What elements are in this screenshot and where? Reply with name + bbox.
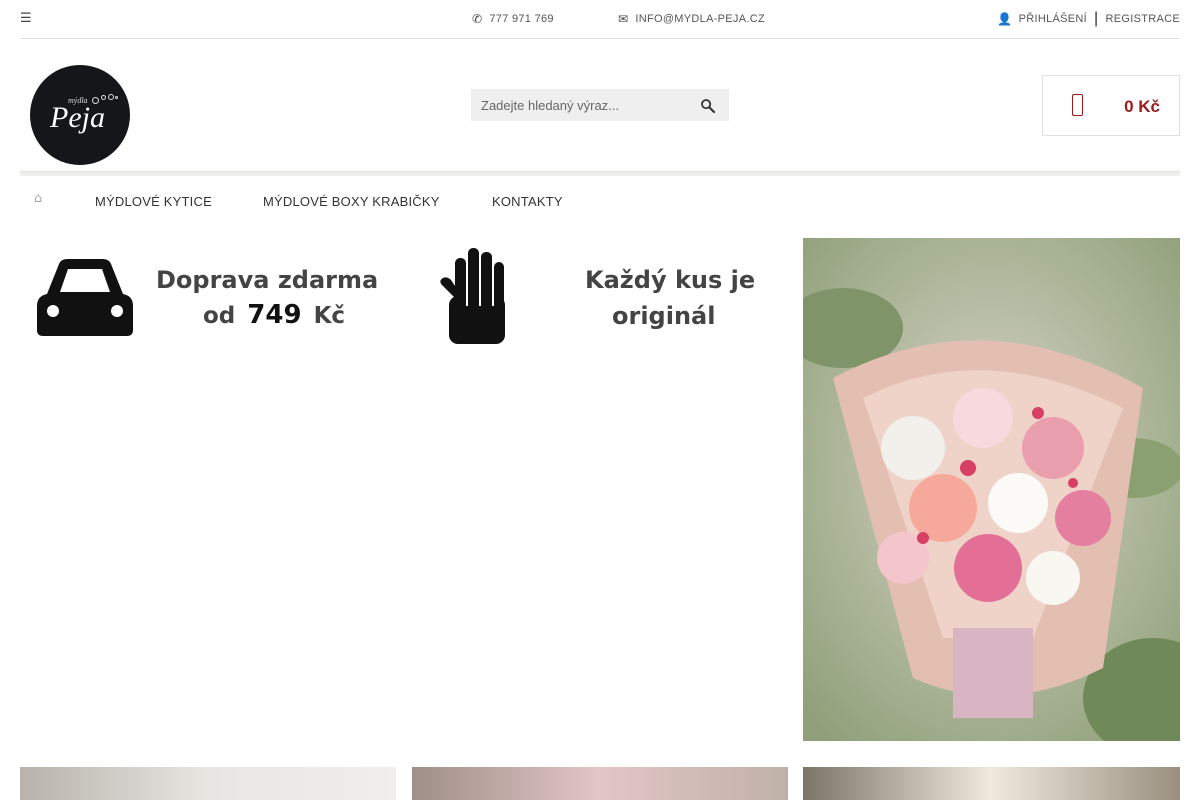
hamburger-icon[interactable]: ☰ [20, 11, 32, 26]
product-thumbnail[interactable] [20, 767, 396, 800]
shopping-bag-icon [1072, 94, 1083, 116]
account-links: 👤 PŘIHLÁŠENÍ | REGISTRACE [997, 10, 1180, 28]
contact-phone[interactable]: ✆ 777 971 769 [472, 12, 554, 26]
product-thumbnail[interactable] [412, 767, 788, 800]
free-shipping-banner[interactable]: Doprava zdarma od 749 Kč [20, 238, 396, 358]
search-box [471, 89, 729, 121]
nav-item-mydlove-boxy[interactable]: MÝDLOVÉ BOXY KRABIČKY [263, 194, 440, 209]
email-address[interactable]: INFO@MYDLA-PEJA.CZ [635, 13, 765, 25]
user-icon: 👤 [997, 12, 1013, 26]
cart-total: 0 Kč [1124, 97, 1160, 116]
shipping-line-2: od 749 Kč [203, 300, 345, 330]
hero-bouquet-image[interactable] [803, 238, 1180, 741]
site-logo[interactable]: mýdla Peja [30, 65, 130, 165]
shipping-value: 749 [247, 300, 302, 330]
original-banner[interactable]: Každý kus je originál [412, 238, 788, 358]
account-separator: | [1094, 10, 1099, 27]
car-icon [37, 259, 133, 336]
magnifier-icon[interactable] [699, 97, 717, 115]
search-input[interactable] [471, 89, 691, 121]
logo-bubble [115, 96, 118, 99]
top-bar: ☰ ✆ 777 971 769 ✉ INFO@MYDLA-PEJA.CZ 👤 P… [20, 0, 1180, 39]
cart-button[interactable]: 0 Kč [1042, 75, 1180, 136]
shipping-prefix: od [203, 303, 236, 329]
logo-bubble [92, 97, 99, 104]
nav-item-mydlove-kytice[interactable]: MÝDLOVÉ KYTICE [95, 194, 212, 209]
product-thumbnail[interactable] [803, 767, 1180, 800]
logo-bubble [108, 94, 114, 100]
contact-email[interactable]: ✉ INFO@MYDLA-PEJA.CZ [618, 12, 765, 26]
logo-bubble [101, 95, 106, 100]
shipping-line-1: Doprava zdarma [156, 266, 379, 294]
login-link[interactable]: PŘIHLÁŠENÍ [1019, 13, 1087, 25]
hand-icon [440, 248, 505, 344]
nav-divider [20, 171, 1180, 176]
register-link[interactable]: REGISTRACE [1105, 13, 1180, 25]
logo-big-text: Peja [50, 101, 105, 134]
original-line-2: originál [612, 302, 716, 330]
envelope-icon: ✉ [618, 12, 629, 26]
bouquet-illustration [803, 238, 1180, 741]
shipping-suffix: Kč [313, 303, 346, 329]
nav-item-kontakty[interactable]: KONTAKTY [492, 194, 563, 209]
original-line-1: Každý kus je [585, 266, 756, 294]
phone-number[interactable]: 777 971 769 [489, 13, 553, 25]
main-navigation: ⌂ MÝDLOVÉ KYTICE MÝDLOVÉ BOXY KRABIČKY K… [20, 186, 1180, 216]
home-icon[interactable]: ⌂ [34, 191, 42, 206]
phone-icon: ✆ [472, 12, 483, 26]
